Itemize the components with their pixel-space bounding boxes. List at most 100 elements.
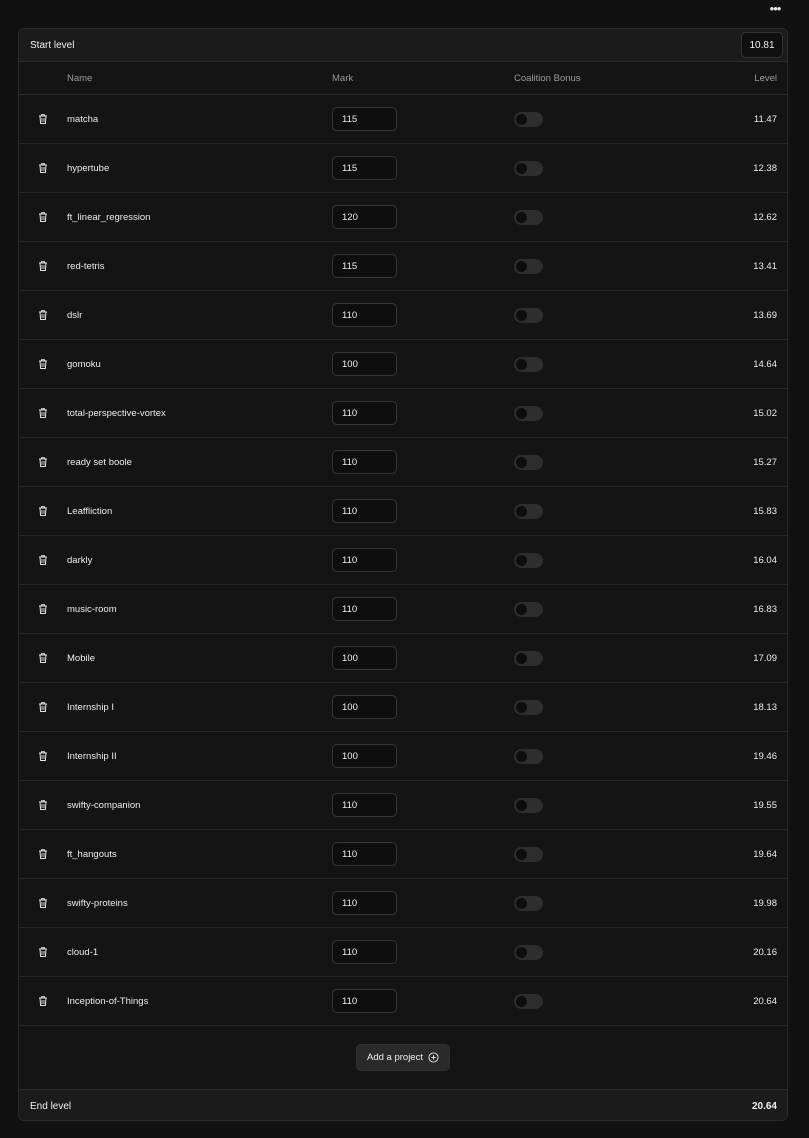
end-level-label: End level [30,1101,72,1112]
coalition-bonus-toggle[interactable] [514,601,543,617]
mark-input[interactable]: 110 [332,303,397,327]
coalition-bonus-toggle[interactable] [514,307,543,323]
project-level: 13.41 [753,260,777,272]
coalition-bonus-toggle[interactable] [514,552,543,568]
delete-project-button[interactable] [19,554,67,566]
project-level: 19.55 [753,799,777,811]
delete-project-button[interactable] [19,799,67,811]
mark-input[interactable]: 110 [332,597,397,621]
mark-input[interactable]: 110 [332,989,397,1013]
project-row: matcha 115 11.47 [19,95,787,144]
project-level: 11.47 [753,113,777,125]
mark-input[interactable]: 100 [332,695,397,719]
mark-input[interactable]: 110 [332,842,397,866]
project-row: Internship II 100 19.46 [19,732,787,781]
project-row: Leaffliction 110 15.83 [19,487,787,536]
delete-project-button[interactable] [19,897,67,909]
mark-input[interactable]: 110 [332,891,397,915]
coalition-bonus-toggle[interactable] [514,209,543,225]
mark-input[interactable]: 120 [332,205,397,229]
project-name: darkly [67,554,93,566]
project-level: 19.98 [753,897,777,909]
project-row: hypertube 115 12.38 [19,144,787,193]
ellipsis-icon: ••• [769,0,782,16]
mark-input[interactable]: 110 [332,450,397,474]
mark-input[interactable]: 110 [332,940,397,964]
coalition-bonus-toggle[interactable] [514,111,543,127]
coalition-bonus-toggle[interactable] [514,405,543,421]
coalition-bonus-toggle[interactable] [514,748,543,764]
project-row: total-perspective-vortex 110 15.02 [19,389,787,438]
project-name: Mobile [67,652,95,664]
coalition-bonus-toggle[interactable] [514,846,543,862]
trash-icon [39,702,47,712]
trash-icon [39,947,47,957]
mark-input[interactable]: 110 [332,401,397,425]
trash-icon [39,898,47,908]
coalition-bonus-toggle[interactable] [514,699,543,715]
delete-project-button[interactable] [19,848,67,860]
mark-input[interactable]: 110 [332,499,397,523]
delete-project-button[interactable] [19,946,67,958]
coalition-bonus-toggle[interactable] [514,503,543,519]
delete-project-button[interactable] [19,750,67,762]
delete-project-button[interactable] [19,358,67,370]
coalition-bonus-toggle[interactable] [514,650,543,666]
project-row: swifty-companion 110 19.55 [19,781,787,830]
mark-input[interactable]: 115 [332,254,397,278]
mark-input[interactable]: 100 [332,646,397,670]
coalition-bonus-toggle[interactable] [514,258,543,274]
project-name: Leaffliction [67,505,113,517]
delete-project-button[interactable] [19,701,67,713]
delete-project-button[interactable] [19,603,67,615]
project-level: 20.64 [753,995,777,1007]
coalition-bonus-toggle[interactable] [514,356,543,372]
mark-input[interactable]: 115 [332,156,397,180]
delete-project-button[interactable] [19,309,67,321]
coalition-bonus-toggle[interactable] [514,797,543,813]
delete-project-button[interactable] [19,407,67,419]
project-name: total-perspective-vortex [67,407,166,419]
project-level: 19.46 [753,750,777,762]
delete-project-button[interactable] [19,162,67,174]
trash-icon [39,996,47,1006]
mark-input[interactable]: 110 [332,548,397,572]
project-name: ready set boole [67,456,132,468]
delete-project-button[interactable] [19,652,67,664]
coalition-bonus-toggle[interactable] [514,993,543,1009]
trash-icon [39,506,47,516]
coalition-bonus-toggle[interactable] [514,454,543,470]
more-options-button[interactable]: ••• [764,0,786,16]
project-row: Mobile 100 17.09 [19,634,787,683]
project-level: 15.02 [753,407,777,419]
trash-icon [39,604,47,614]
mark-input[interactable]: 110 [332,793,397,817]
delete-project-button[interactable] [19,113,67,125]
project-name: dslr [67,309,83,321]
project-name: swifty-companion [67,799,141,811]
delete-project-button[interactable] [19,211,67,223]
coalition-bonus-toggle[interactable] [514,160,543,176]
trash-icon [39,359,47,369]
coalition-bonus-toggle[interactable] [514,944,543,960]
project-level: 15.83 [753,505,777,517]
delete-project-button[interactable] [19,505,67,517]
mark-input[interactable]: 100 [332,352,397,376]
start-level-input[interactable]: 10.81 [741,32,783,58]
delete-project-button[interactable] [19,260,67,272]
delete-project-button[interactable] [19,995,67,1007]
trash-icon [39,408,47,418]
coalition-bonus-toggle[interactable] [514,895,543,911]
trash-icon [39,849,47,859]
end-level-value: 20.64 [751,1101,777,1112]
add-project-button[interactable]: Add a project [356,1044,450,1071]
project-row: dslr 110 13.69 [19,291,787,340]
mark-input[interactable]: 100 [332,744,397,768]
project-level: 15.27 [753,456,777,468]
project-level: 16.04 [753,554,777,566]
mark-input[interactable]: 115 [332,107,397,131]
delete-project-button[interactable] [19,456,67,468]
project-row: ft_hangouts 110 19.64 [19,830,787,879]
start-level-row: Start level 10.81 [19,29,787,62]
column-header-name: Name [67,72,93,84]
